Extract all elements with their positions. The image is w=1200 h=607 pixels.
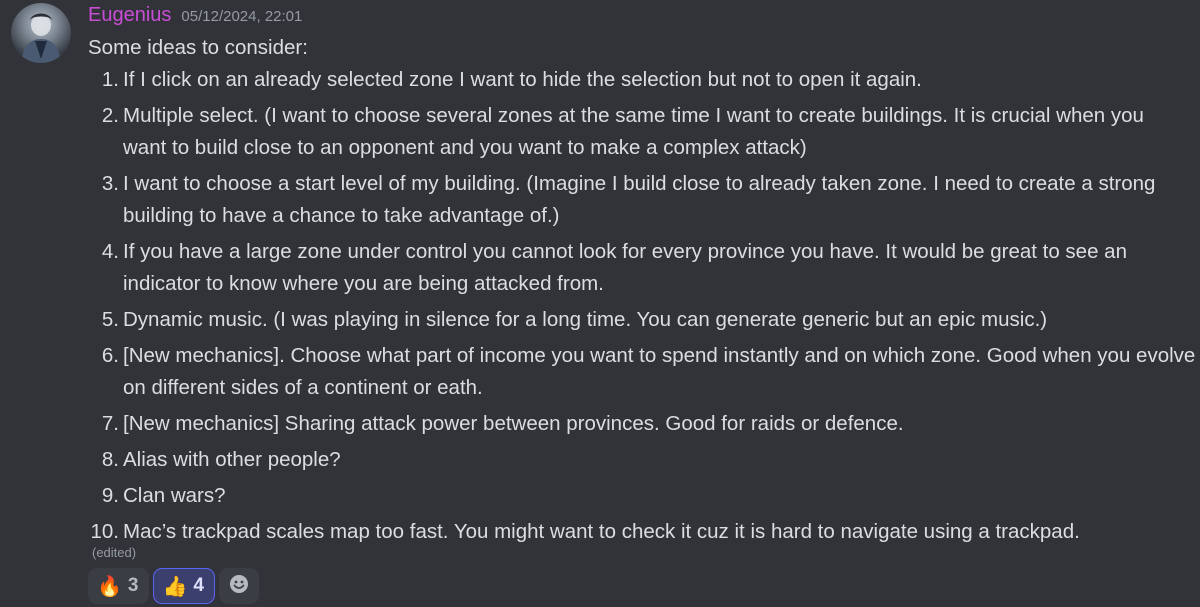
list-item-number: 9. [101, 484, 119, 507]
list-item-number: 7. [101, 412, 119, 435]
reaction-count: 3 [127, 575, 139, 596]
message-intro: Some ideas to consider: [88, 36, 308, 59]
list-item-number: 8. [101, 448, 119, 471]
list-item: 3. I want to choose a start level of my b… [88, 168, 1200, 232]
list-item-text: [New mechanics] Sharing attack power bet… [123, 412, 904, 435]
list-item-text: Dynamic music. (I was playing in silence… [123, 308, 1048, 331]
list-item-text: on different sides of a continent or eat… [123, 376, 483, 399]
add-reaction-button[interactable] [218, 568, 259, 604]
list-item-number: 1. [101, 68, 119, 91]
list-item-text: Clan wars? [123, 484, 226, 507]
ideas-list: 1. If I click on an already selected zone… [88, 64, 1200, 552]
reaction-thumbs-up[interactable]: 👍 4 [153, 568, 215, 604]
reactions-bar: 🔥 3 👍 4 [88, 568, 259, 604]
list-item: 10. Mac’s trackpad scales map too fast. Y… [88, 516, 1200, 548]
list-item: 8. Alias with other people? [88, 444, 1200, 476]
reaction-count: 4 [193, 575, 204, 596]
list-item-number: 3. [101, 172, 119, 195]
thumbs-up-icon: 👍 [162, 574, 188, 598]
list-item: 2. Multiple select. (I want to choose sev… [88, 100, 1200, 164]
list-item: 5. Dynamic music. (I was playing in silen… [88, 304, 1200, 336]
list-item-text: If you have a large zone under control y… [123, 240, 1127, 263]
list-item-text: Mac’s trackpad scales map too fast. You … [123, 520, 1080, 543]
smiley-face-icon [228, 573, 250, 600]
chat-message: Eugenius 05/12/2024, 22:01 Some ideas to… [0, 0, 1200, 607]
list-item-text: If I click on an already selected zone I… [123, 68, 922, 91]
list-item: 6. [New mechanics]. Choose what part of i… [88, 340, 1200, 404]
list-item: 9. Clan wars? [88, 480, 1200, 512]
list-item: 4. If you have a large zone under control… [88, 236, 1200, 300]
avatar[interactable] [11, 3, 71, 63]
list-item-text: want to build close to an opponent and y… [123, 136, 807, 159]
list-item-text: I want to choose a start level of my bui… [123, 172, 1156, 195]
list-item-text: building to have a chance to take advant… [123, 204, 560, 227]
list-item-text: Alias with other people? [123, 448, 341, 471]
fire-icon: 🔥 [97, 574, 122, 598]
list-item-number: 2. [101, 104, 119, 127]
list-item-number: 4. [101, 240, 119, 263]
list-item-text: indicator to know where you are being at… [123, 272, 604, 295]
list-item-number: 6. [101, 344, 119, 367]
edited-label: (edited) [92, 545, 137, 560]
list-item: 1. If I click on an already selected zone… [88, 64, 1200, 96]
list-item-number: 10. [90, 520, 120, 543]
list-item-text: Multiple select. (I want to choose sever… [123, 104, 1144, 127]
username[interactable]: Eugenius [88, 4, 171, 27]
message-header: Eugenius 05/12/2024, 22:01 [88, 4, 302, 30]
timestamp[interactable]: 05/12/2024, 22:01 [181, 8, 302, 25]
reaction-fire[interactable]: 🔥 3 [88, 568, 150, 604]
list-item-text: [New mechanics]. Choose what part of inc… [123, 344, 1196, 367]
list-item: 7. [New mechanics] Sharing attack power b… [88, 408, 1200, 440]
list-item-number: 5. [101, 308, 119, 331]
